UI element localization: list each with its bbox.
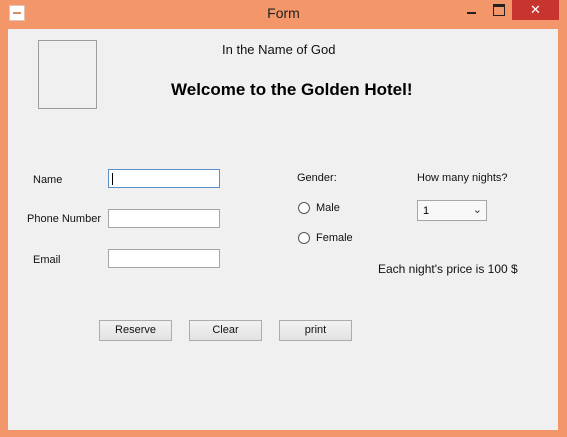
minimize-button[interactable] <box>458 0 484 20</box>
nights-selected-value: 1 <box>423 205 430 217</box>
close-icon: ✕ <box>530 2 541 18</box>
email-label: Email <box>33 254 61 266</box>
name-label: Name <box>33 174 63 186</box>
phone-label: Phone Number <box>27 213 101 225</box>
email-field[interactable] <box>108 249 220 268</box>
page-subtitle: In the Name of God <box>222 42 336 57</box>
app-window: Form ✕ In the Name of God Welcome to the… <box>0 0 567 437</box>
minimize-icon <box>466 12 476 14</box>
nights-label: How many nights? <box>417 172 508 184</box>
form-panel: In the Name of God Welcome to the Golden… <box>8 29 558 430</box>
phone-field[interactable] <box>108 209 220 228</box>
page-title: Welcome to the Golden Hotel! <box>171 80 413 99</box>
clear-button[interactable]: Clear <box>189 320 262 341</box>
title-bar[interactable]: Form ✕ <box>0 0 567 28</box>
gender-label: Gender: <box>297 172 337 184</box>
close-button[interactable]: ✕ <box>512 0 559 20</box>
radio-female[interactable] <box>298 232 310 244</box>
name-field[interactable] <box>108 169 220 188</box>
maximize-button[interactable] <box>486 0 512 20</box>
reserve-button[interactable]: Reserve <box>99 320 172 341</box>
chevron-down-icon: ⌄ <box>472 203 482 216</box>
nights-select[interactable]: 1 ⌄ <box>417 200 487 221</box>
print-button[interactable]: print <box>279 320 352 341</box>
text-caret <box>112 173 113 185</box>
logo-placeholder <box>38 40 97 109</box>
maximize-icon <box>493 4 505 16</box>
radio-female-label[interactable]: Female <box>316 232 353 244</box>
radio-male[interactable] <box>298 202 310 214</box>
price-text: Each night's price is 100 $ <box>378 262 518 276</box>
radio-male-label[interactable]: Male <box>316 202 340 214</box>
